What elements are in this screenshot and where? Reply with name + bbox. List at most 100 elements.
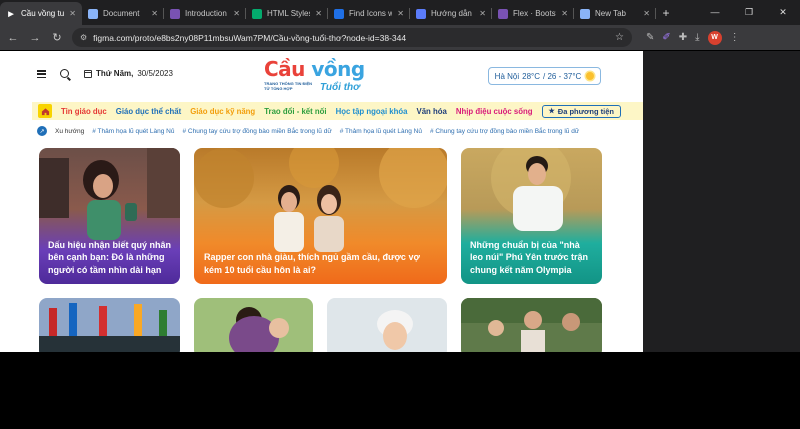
tab-close-icon[interactable]: ✕ <box>315 9 322 18</box>
article-card-7[interactable] <box>461 298 602 352</box>
category-link-6[interactable]: Văn hóa <box>417 107 447 116</box>
feather-extension-icon[interactable]: ✐ <box>662 32 670 43</box>
trending-tag-2[interactable]: # Chung tay cứu trợ đồng bào miền Bắc tr… <box>183 128 332 135</box>
search-icon[interactable] <box>60 69 69 78</box>
window-controls: — ❐ ✕ <box>698 0 800 25</box>
close-window-icon[interactable]: ✕ <box>766 0 800 25</box>
tab-close-icon[interactable]: ✕ <box>397 9 404 18</box>
tab-separator <box>655 8 656 19</box>
weather-now: 28°C <box>522 71 540 81</box>
back-arrow-icon[interactable]: ← <box>6 32 20 44</box>
category-link-3[interactable]: Giáo dục kỹ năng <box>190 107 255 116</box>
tab-label: Cầu vồng tuổ <box>21 9 65 18</box>
weather-range: / 26 - 37°C <box>543 71 582 81</box>
empty-bottom-area <box>0 352 800 429</box>
browser-tab-8[interactable]: New Tab ✕ <box>574 2 656 25</box>
browser-tab-1[interactable]: ▶ Cầu vồng tuổ ✕ <box>0 2 82 25</box>
puzzle-extensions-icon[interactable]: ✚ <box>679 32 687 43</box>
browser-tab-3[interactable]: Introduction ✕ <box>164 2 246 25</box>
weather-city: Hà Nội <box>494 71 520 81</box>
restore-icon[interactable]: ❐ <box>732 0 766 25</box>
minimize-icon[interactable]: — <box>698 0 732 25</box>
site-header: Thứ Năm, 30/5/2023 Cầu vồng Trang thông … <box>0 51 643 99</box>
featured-title-1[interactable]: Dấu hiệu nhận biết quý nhân bên cạnh bạn… <box>48 239 171 277</box>
featured-card-3[interactable]: Những chuẩn bị của "nhà leo núi" Phú Yên… <box>461 148 602 284</box>
tab-close-icon[interactable]: ✕ <box>561 9 568 18</box>
article-card-6[interactable] <box>327 298 447 352</box>
multimedia-icon: ★ <box>548 108 555 115</box>
tab-label: HTML Styles <box>267 9 311 18</box>
category-link-2[interactable]: Giáo dục thể chất <box>116 107 181 116</box>
multimedia-button[interactable]: ★ Đa phương tiện <box>541 104 621 118</box>
article-image-4 <box>39 298 180 352</box>
category-link-4[interactable]: Trao đổi - kết nối <box>264 107 326 116</box>
trending-tag-4[interactable]: # Chung tay cứu trợ đồng bào miền Bắc tr… <box>430 128 579 135</box>
address-bar: ← → ↻ ⚙ figma.com/proto/e8bs2ny08P11mbsu… <box>0 25 800 50</box>
featured-title-2[interactable]: Rapper con nhà giàu, thích ngủ gầm cầu, … <box>204 251 435 276</box>
trending-label: Xu hướng <box>55 127 85 135</box>
browser-tab-2[interactable]: Document ✕ <box>82 2 164 25</box>
hamburger-menu-icon[interactable] <box>37 70 46 78</box>
category-link-7[interactable]: Nhịp điệu cuộc sống <box>456 107 533 116</box>
multimedia-label: Đa phương tiện <box>557 106 614 116</box>
browser-tab-7[interactable]: Flex · Bootst ✕ <box>492 2 574 25</box>
tab-close-icon[interactable]: ✕ <box>69 9 76 18</box>
logo-tagline: Tuổi thơ <box>320 82 360 93</box>
tab-label: Introduction <box>185 9 227 18</box>
bootstrap-icon <box>170 8 180 19</box>
site-settings-icon[interactable]: ⚙ <box>80 33 87 42</box>
category-link-5[interactable]: Học tập ngoại khóa <box>336 107 408 116</box>
browser-tab-5[interactable]: Find Icons w ✕ <box>328 2 410 25</box>
tab-label: New Tab <box>595 9 626 18</box>
tab-label: Document <box>103 9 140 18</box>
w3-icon <box>252 8 262 19</box>
featured-card-2[interactable]: Rapper con nhà giàu, thích ngủ gầm cầu, … <box>194 148 447 284</box>
profile-avatar[interactable]: W <box>707 30 722 45</box>
extension-area: ✎ ✐ ✚ ⤓ W ⋮ <box>646 30 740 45</box>
featured-title-3[interactable]: Những chuẩn bị của "nhà leo núi" Phú Yên… <box>470 239 593 277</box>
pen-extension-icon[interactable]: ✎ <box>646 32 654 43</box>
trending-tag-1[interactable]: # Thảm họa lũ quét Làng Nủ <box>92 128 174 135</box>
trending-tag-3[interactable]: # Thảm họa lũ quét Làng Nủ <box>340 128 422 135</box>
tab-close-icon[interactable]: ✕ <box>233 9 240 18</box>
article-image-7 <box>461 298 602 352</box>
site-logo[interactable]: Cầu vồng Trang thông tin điện tử tổng hợ… <box>262 57 374 97</box>
article-card-4[interactable] <box>39 298 180 352</box>
reload-icon[interactable]: ↻ <box>50 31 64 44</box>
date-value: 30/5/2023 <box>137 69 173 78</box>
url-input[interactable]: ⚙ figma.com/proto/e8bs2ny08P11mbsuWam7PM… <box>72 28 632 47</box>
article-card-5[interactable] <box>194 298 313 352</box>
home-icon[interactable] <box>38 104 52 118</box>
globe-icon <box>88 8 98 19</box>
logo-subtitle: Trang thông tin điện tử tổng hợp <box>264 81 312 91</box>
v-icon <box>416 8 426 19</box>
chrome-icon <box>580 8 590 19</box>
browser-tab-4[interactable]: HTML Styles ✕ <box>246 2 328 25</box>
category-nav: Tin giáo dục Giáo dục thể chất Giáo dục kỹ… <box>32 102 643 120</box>
logo-wordmark: Cầu vồng <box>264 57 365 81</box>
category-link-1[interactable]: Tin giáo dục <box>61 107 107 116</box>
new-tab-plus-icon[interactable]: + <box>656 2 676 25</box>
tab-strip: ▶ Cầu vồng tuổ ✕ Document ✕ Introduction ✕ HTML… <box>0 0 800 25</box>
trending-icon: ↗ <box>37 126 47 136</box>
tab-label: Hướng dẫn <box>431 9 472 18</box>
bootstrap-icon <box>498 8 508 19</box>
bookmark-star-icon[interactable]: ☆ <box>615 32 624 43</box>
calendar-icon <box>84 69 92 78</box>
featured-card-1[interactable]: Dấu hiệu nhận biết quý nhân bên cạnh bạn… <box>39 148 180 284</box>
tab-close-icon[interactable]: ✕ <box>643 9 650 18</box>
current-date: Thứ Năm, 30/5/2023 <box>84 69 173 78</box>
browser-tab-6[interactable]: Hướng dẫn ✕ <box>410 2 492 25</box>
page-viewport: Thứ Năm, 30/5/2023 Cầu vồng Trang thông … <box>0 51 643 352</box>
sun-icon <box>586 72 595 80</box>
download-icon[interactable]: ⤓ <box>695 32 699 43</box>
forward-arrow-icon[interactable]: → <box>28 32 42 44</box>
tab-close-icon[interactable]: ✕ <box>479 9 486 18</box>
flag-icon <box>334 8 344 19</box>
more-menu-icon[interactable]: ⋮ <box>730 32 740 43</box>
tab-close-icon[interactable]: ✕ <box>151 9 158 18</box>
date-weekday: Thứ Năm, <box>96 69 134 78</box>
play-icon: ▶ <box>8 10 14 18</box>
tab-label: Find Icons w <box>349 9 393 18</box>
article-image-6 <box>327 298 447 352</box>
